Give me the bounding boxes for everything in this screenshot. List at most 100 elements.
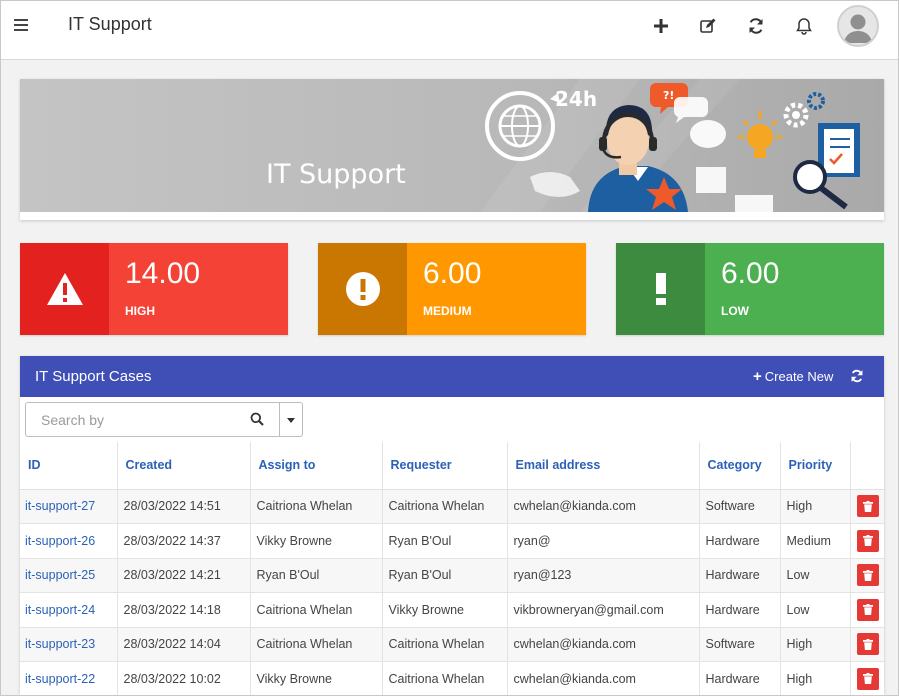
- cases-panel-title: IT Support Cases: [35, 368, 152, 385]
- search-input[interactable]: [26, 403, 246, 436]
- case-id-link[interactable]: it-support-24: [20, 592, 118, 628]
- table-row: it-support-24 28/03/2022 14:18 Caitriona…: [20, 592, 884, 628]
- bell-icon[interactable]: [792, 14, 816, 38]
- case-id-link[interactable]: it-support-23: [20, 627, 118, 662]
- delete-button[interactable]: [856, 495, 879, 518]
- stat-label: MEDIUM: [423, 304, 472, 318]
- search-box: [25, 402, 280, 437]
- cell-priority: High: [780, 489, 851, 524]
- delete-button[interactable]: [856, 564, 879, 587]
- hero-banner: 24h ?! IT Support: [20, 79, 884, 220]
- top-bar: IT Support: [0, 0, 899, 60]
- cell-assign-to: Caitriona Whelan: [250, 592, 383, 628]
- stat-value: 6.00: [423, 257, 482, 290]
- column-header-id[interactable]: ID: [20, 442, 118, 490]
- case-id-link[interactable]: it-support-22: [20, 661, 118, 696]
- stat-value: 14.00: [125, 257, 201, 290]
- refresh-icon[interactable]: [850, 369, 866, 385]
- column-header-assign-to[interactable]: Assign to: [250, 442, 383, 490]
- table-row: it-support-22 28/03/2022 10:02 Vikky Bro…: [20, 661, 884, 696]
- app-title: IT Support: [68, 14, 152, 34]
- cases-panel: IT Support Cases + Create New ID Created…: [20, 356, 884, 696]
- banner-24h-badge: 24h: [555, 87, 597, 111]
- case-id-link[interactable]: it-support-27: [20, 489, 118, 524]
- table-row: it-support-27 28/03/2022 14:51 Caitriona…: [20, 489, 884, 524]
- cases-table: ID Created Assign to Requester Email add…: [20, 442, 884, 696]
- refresh-icon[interactable]: [744, 14, 768, 38]
- search-icon[interactable]: [250, 412, 266, 428]
- cell-created: 28/03/2022 14:21: [117, 558, 251, 593]
- plus-icon: +: [753, 368, 762, 385]
- cell-requester: Caitriona Whelan: [382, 489, 508, 524]
- cell-email: cwhelan@kianda.com: [507, 661, 700, 696]
- cell-assign-to: Ryan B'Oul: [250, 558, 383, 593]
- edit-icon[interactable]: [696, 14, 720, 38]
- table-row: it-support-25 28/03/2022 14:21 Ryan B'Ou…: [20, 558, 884, 593]
- stat-card-high: 14.00 HIGH: [20, 243, 288, 335]
- case-id-link[interactable]: it-support-25: [20, 558, 118, 593]
- stat-card-low: 6.00 LOW: [616, 243, 884, 335]
- column-header-priority[interactable]: Priority: [780, 442, 851, 490]
- stat-card-medium: 6.00 MEDIUM: [318, 243, 586, 335]
- cell-assign-to: Vikky Browne: [250, 661, 383, 696]
- delete-button[interactable]: [856, 598, 879, 621]
- plus-icon[interactable]: [649, 14, 673, 38]
- cell-email: ryan@123: [507, 558, 700, 593]
- banner-image: 24h ?! IT Support: [20, 79, 884, 212]
- cell-email: cwhelan@kianda.com: [507, 627, 700, 662]
- cell-requester: Caitriona Whelan: [382, 627, 508, 662]
- case-id-link[interactable]: it-support-26: [20, 523, 118, 559]
- cell-category: Hardware: [699, 592, 781, 628]
- cell-assign-to: Caitriona Whelan: [250, 627, 383, 662]
- support-illustration: 24h ?!: [480, 79, 860, 212]
- delete-button[interactable]: [856, 529, 879, 552]
- delete-button[interactable]: [856, 667, 879, 690]
- column-header-category[interactable]: Category: [699, 442, 781, 490]
- column-header-actions: [850, 442, 884, 490]
- create-new-button[interactable]: + Create New: [753, 369, 833, 384]
- exclamation-circle-icon: [318, 243, 407, 335]
- exclamation-icon: [616, 243, 705, 335]
- menu-icon[interactable]: [14, 19, 28, 31]
- cell-requester: Caitriona Whelan: [382, 661, 508, 696]
- search-options-dropdown[interactable]: [279, 402, 303, 437]
- trash-icon: [862, 500, 873, 512]
- trash-icon: [862, 638, 873, 650]
- cell-created: 28/03/2022 14:18: [117, 592, 251, 628]
- cell-priority: High: [780, 627, 851, 662]
- delete-button[interactable]: [856, 633, 879, 656]
- banner-bubble-text: ?!: [663, 89, 674, 102]
- cell-category: Hardware: [699, 661, 781, 696]
- create-new-label: Create New: [764, 369, 834, 384]
- cell-priority: Low: [780, 592, 851, 628]
- warning-triangle-icon: [20, 243, 109, 335]
- cell-created: 28/03/2022 10:02: [117, 661, 251, 696]
- banner-title: IT Support: [266, 159, 406, 190]
- cell-priority: Medium: [780, 523, 851, 559]
- stat-value: 6.00: [721, 257, 780, 290]
- cell-priority: High: [780, 661, 851, 696]
- table-row: it-support-26 28/03/2022 14:37 Vikky Bro…: [20, 523, 884, 559]
- stat-label: HIGH: [125, 304, 155, 318]
- table-header-row: ID Created Assign to Requester Email add…: [20, 442, 884, 490]
- column-header-requester[interactable]: Requester: [382, 442, 508, 490]
- cell-email: ryan@: [507, 523, 700, 559]
- cell-requester: Ryan B'Oul: [382, 558, 508, 593]
- cell-category: Software: [699, 489, 781, 524]
- cell-requester: Ryan B'Oul: [382, 523, 508, 559]
- trash-icon: [862, 569, 873, 581]
- trash-icon: [862, 535, 873, 547]
- cell-assign-to: Caitriona Whelan: [250, 489, 383, 524]
- cell-assign-to: Vikky Browne: [250, 523, 383, 559]
- column-header-created[interactable]: Created: [117, 442, 251, 490]
- cases-panel-header: IT Support Cases + Create New: [20, 356, 884, 397]
- cell-category: Hardware: [699, 558, 781, 593]
- cell-email: vikbrowneryan@gmail.com: [507, 592, 700, 628]
- column-header-email[interactable]: Email address: [507, 442, 700, 490]
- cell-created: 28/03/2022 14:37: [117, 523, 251, 559]
- cell-priority: Low: [780, 558, 851, 593]
- avatar[interactable]: [837, 5, 879, 47]
- cell-requester: Vikky Browne: [382, 592, 508, 628]
- cell-created: 28/03/2022 14:04: [117, 627, 251, 662]
- cell-created: 28/03/2022 14:51: [117, 489, 251, 524]
